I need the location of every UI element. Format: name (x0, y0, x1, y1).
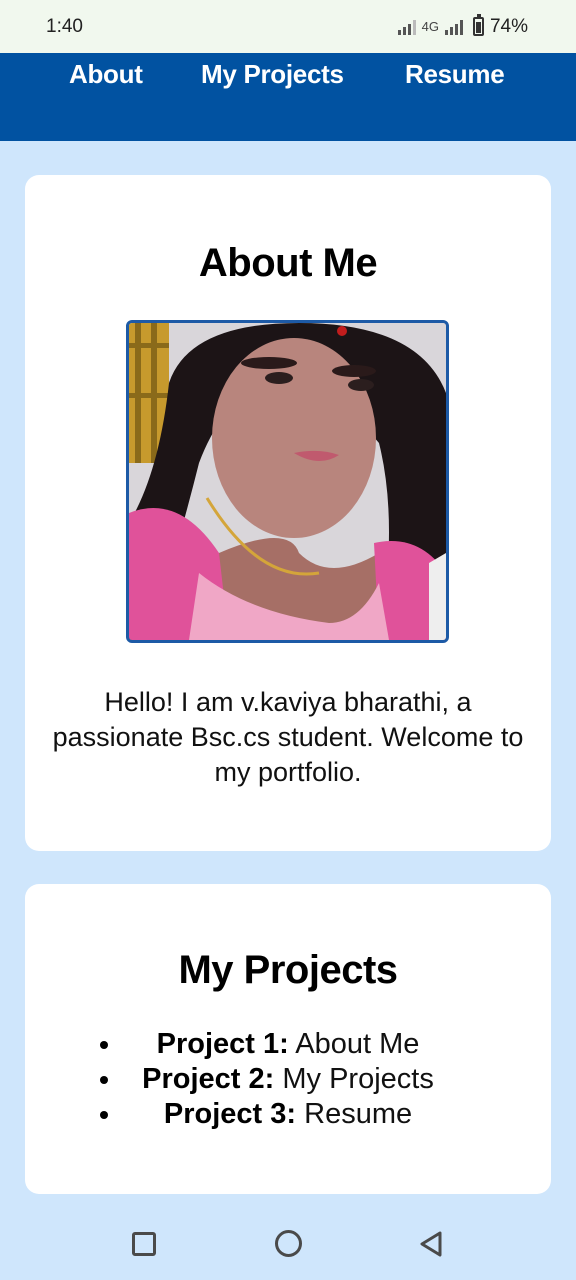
project-desc: My Projects (274, 1063, 434, 1095)
project-item: Project 1: About Me (25, 1027, 551, 1062)
profile-photo-image (129, 323, 446, 640)
status-bar: 1:40 4G 74% (0, 0, 576, 53)
project-name: Project 3: (163, 1098, 297, 1130)
about-title: About Me (198, 241, 378, 285)
project-name: Project 2: (142, 1063, 275, 1095)
back-icon[interactable] (418, 1230, 444, 1258)
nav-link-about[interactable]: About (69, 59, 143, 90)
status-time: 1:40 (46, 15, 83, 37)
nav-link-resume[interactable]: Resume (405, 59, 505, 90)
project-desc: Resume (296, 1098, 413, 1130)
profile-photo (126, 320, 449, 643)
projects-section: My Projects Project 1: About Me Project … (25, 884, 551, 1194)
projects-title: My Projects (178, 948, 398, 992)
signal-icon (397, 19, 416, 35)
home-icon[interactable] (275, 1230, 302, 1257)
network-type: 4G (421, 19, 439, 34)
project-list: Project 1: About Me Project 2: My Projec… (25, 1027, 551, 1132)
top-navbar: About My Projects Resume (0, 53, 576, 141)
project-name: Project 1: (156, 1028, 289, 1060)
project-desc: About Me (288, 1028, 420, 1060)
battery-level: 74% (489, 15, 528, 37)
project-item: Project 2: My Projects (25, 1062, 551, 1097)
system-navigation-bar (0, 1194, 576, 1280)
recent-apps-icon[interactable] (132, 1232, 156, 1256)
battery-icon (472, 14, 484, 36)
about-description: Hello! I am v.kaviya bharathi, a passion… (52, 687, 524, 787)
about-section: About Me Hello! I am v.kaviya bharathi, … (25, 175, 551, 851)
signal-icon-2 (444, 19, 463, 35)
status-icons: 4G 74% (397, 14, 528, 38)
bullet-icon (100, 1111, 108, 1119)
nav-link-projects[interactable]: My Projects (201, 59, 344, 90)
bullet-icon (100, 1041, 108, 1049)
project-item: Project 3: Resume (25, 1097, 551, 1132)
bullet-icon (100, 1076, 108, 1084)
